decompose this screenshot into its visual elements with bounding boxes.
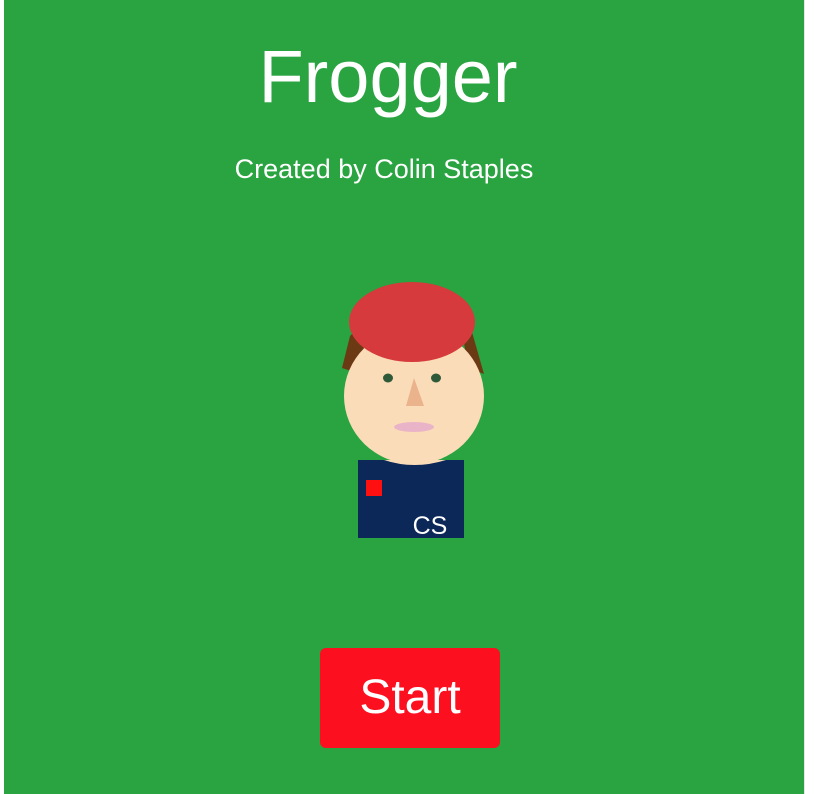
- right-eye: [431, 373, 441, 383]
- player-avatar: CS: [342, 282, 484, 540]
- game-title: Frogger: [258, 35, 518, 118]
- shirt-badge: [366, 480, 382, 496]
- page-right-margin: [804, 0, 816, 794]
- game-start-screen: Frogger Created by Colin Staples CS Star…: [4, 0, 804, 794]
- shirt: [358, 460, 464, 538]
- left-eye: [383, 373, 393, 383]
- shirt-initials: CS: [413, 512, 448, 540]
- mouth: [394, 422, 434, 432]
- hat: [349, 282, 475, 362]
- game-subtitle: Created by Colin Staples: [234, 154, 534, 184]
- start-button[interactable]: Start: [320, 648, 500, 748]
